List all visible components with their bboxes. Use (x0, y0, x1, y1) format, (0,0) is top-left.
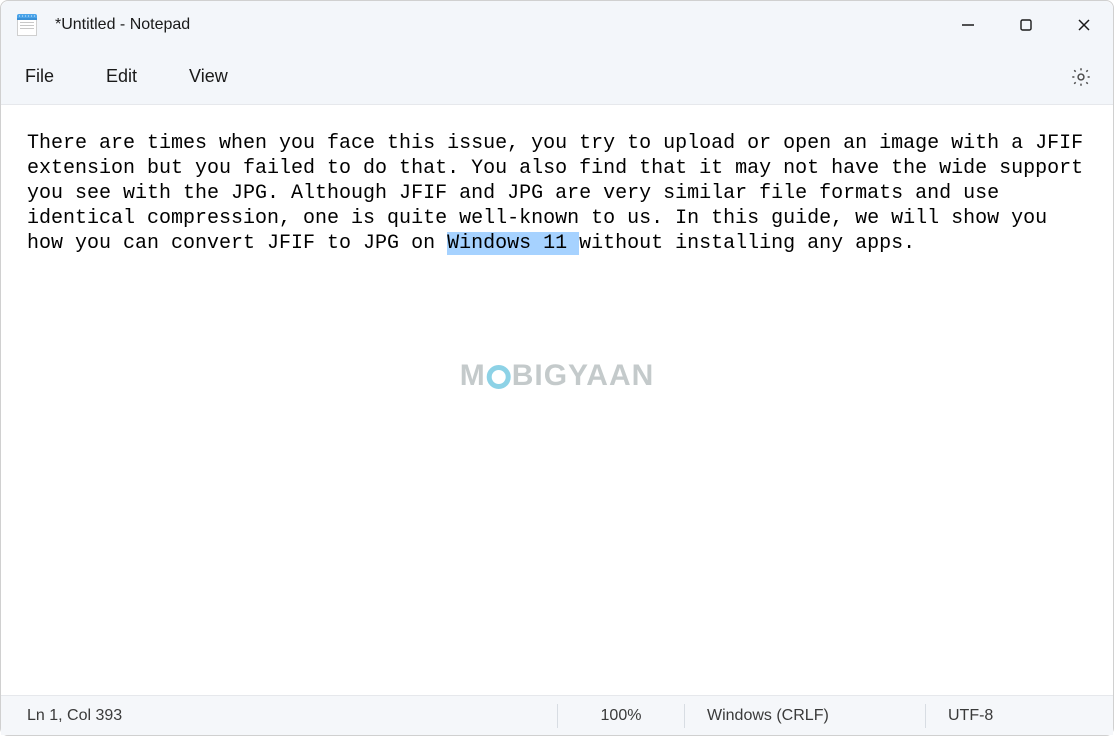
menu-view[interactable]: View (183, 62, 234, 91)
status-encoding: UTF-8 (926, 704, 1109, 728)
status-line-ending: Windows (CRLF) (685, 704, 925, 728)
minimize-icon (961, 18, 975, 32)
maximize-icon (1019, 18, 1033, 32)
watermark: M BIGYAAN (460, 359, 655, 393)
window-controls (939, 1, 1113, 49)
watermark-o-icon (487, 365, 511, 389)
close-icon (1077, 18, 1091, 32)
status-position: Ln 1, Col 393 (5, 704, 557, 728)
close-button[interactable] (1055, 1, 1113, 49)
watermark-right: BIGYAAN (512, 359, 655, 393)
menu-edit[interactable]: Edit (100, 62, 143, 91)
menubar: File Edit View (1, 49, 1113, 105)
status-zoom: 100% (558, 704, 684, 728)
editor-text[interactable]: There are times when you face this issue… (27, 131, 1089, 256)
minimize-button[interactable] (939, 1, 997, 49)
settings-button[interactable] (1067, 63, 1095, 91)
statusbar: Ln 1, Col 393 100% Windows (CRLF) UTF-8 (1, 695, 1113, 735)
window-title: *Untitled - Notepad (55, 16, 190, 34)
menu-file[interactable]: File (19, 62, 60, 91)
notepad-icon (17, 14, 37, 36)
text-selection: Windows 11 (447, 232, 579, 255)
watermark-left: M (460, 359, 486, 393)
titlebar: *Untitled - Notepad (1, 1, 1113, 49)
editor-area[interactable]: There are times when you face this issue… (1, 105, 1113, 695)
text-after: without installing any apps. (579, 232, 915, 255)
gear-icon (1070, 66, 1092, 88)
maximize-button[interactable] (997, 1, 1055, 49)
